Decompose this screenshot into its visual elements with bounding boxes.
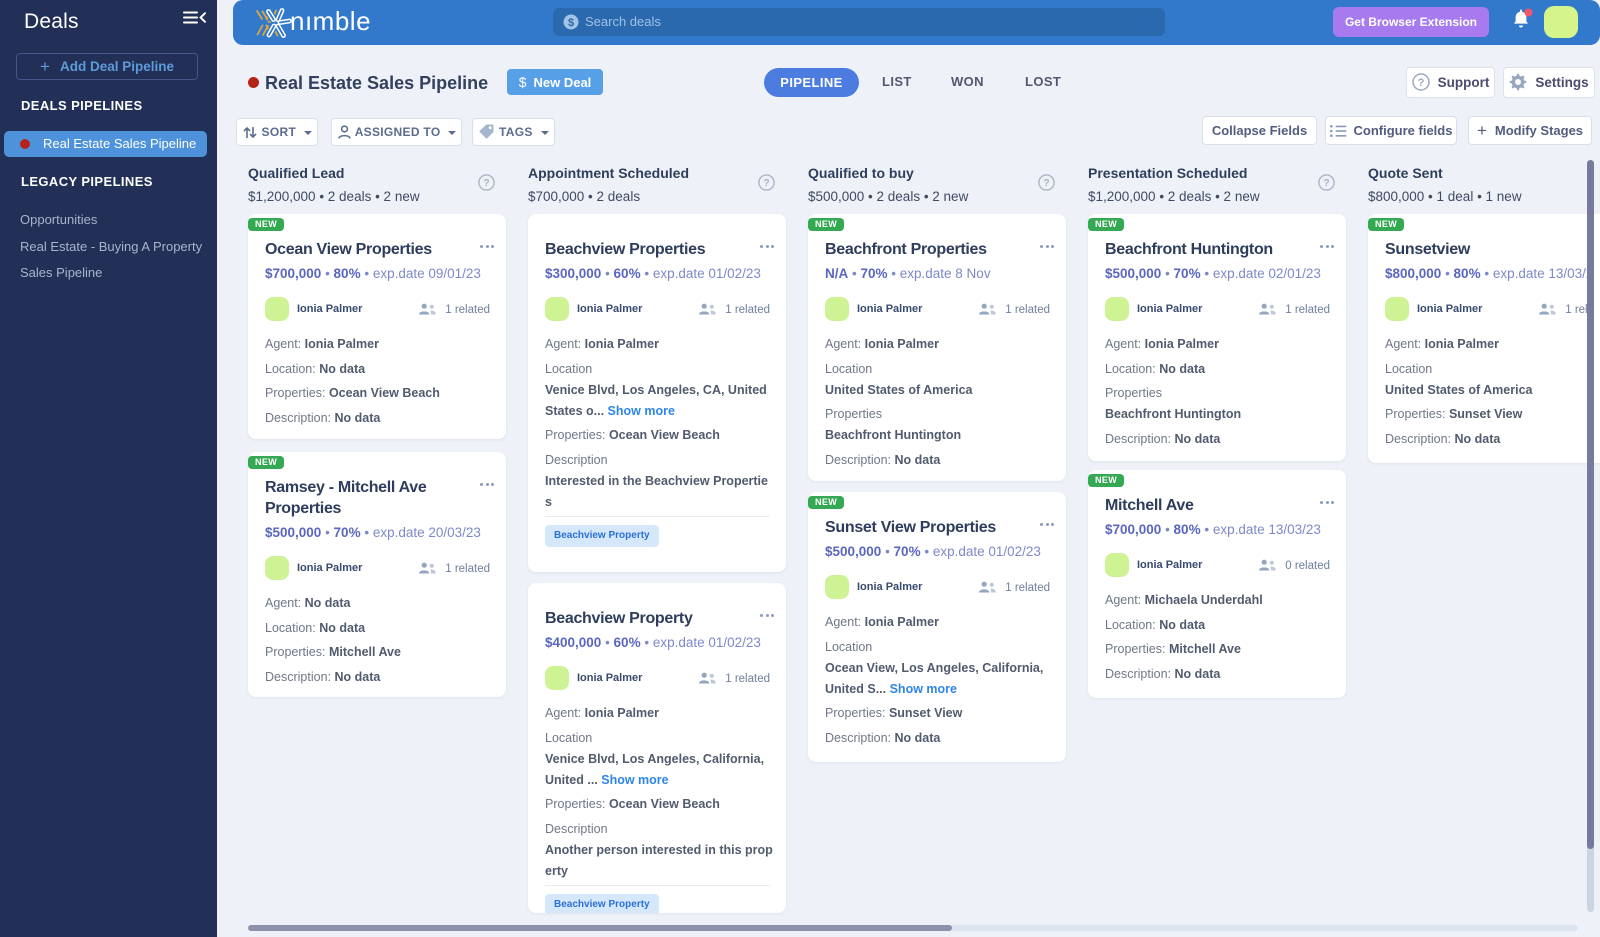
svg-text:?: ?: [483, 177, 489, 189]
svg-text:?: ?: [1043, 177, 1049, 189]
svg-text:?: ?: [763, 177, 769, 189]
svg-text:?: ?: [1417, 77, 1424, 89]
svg-text:$: $: [568, 17, 574, 29]
svg-text:?: ?: [1323, 177, 1329, 189]
